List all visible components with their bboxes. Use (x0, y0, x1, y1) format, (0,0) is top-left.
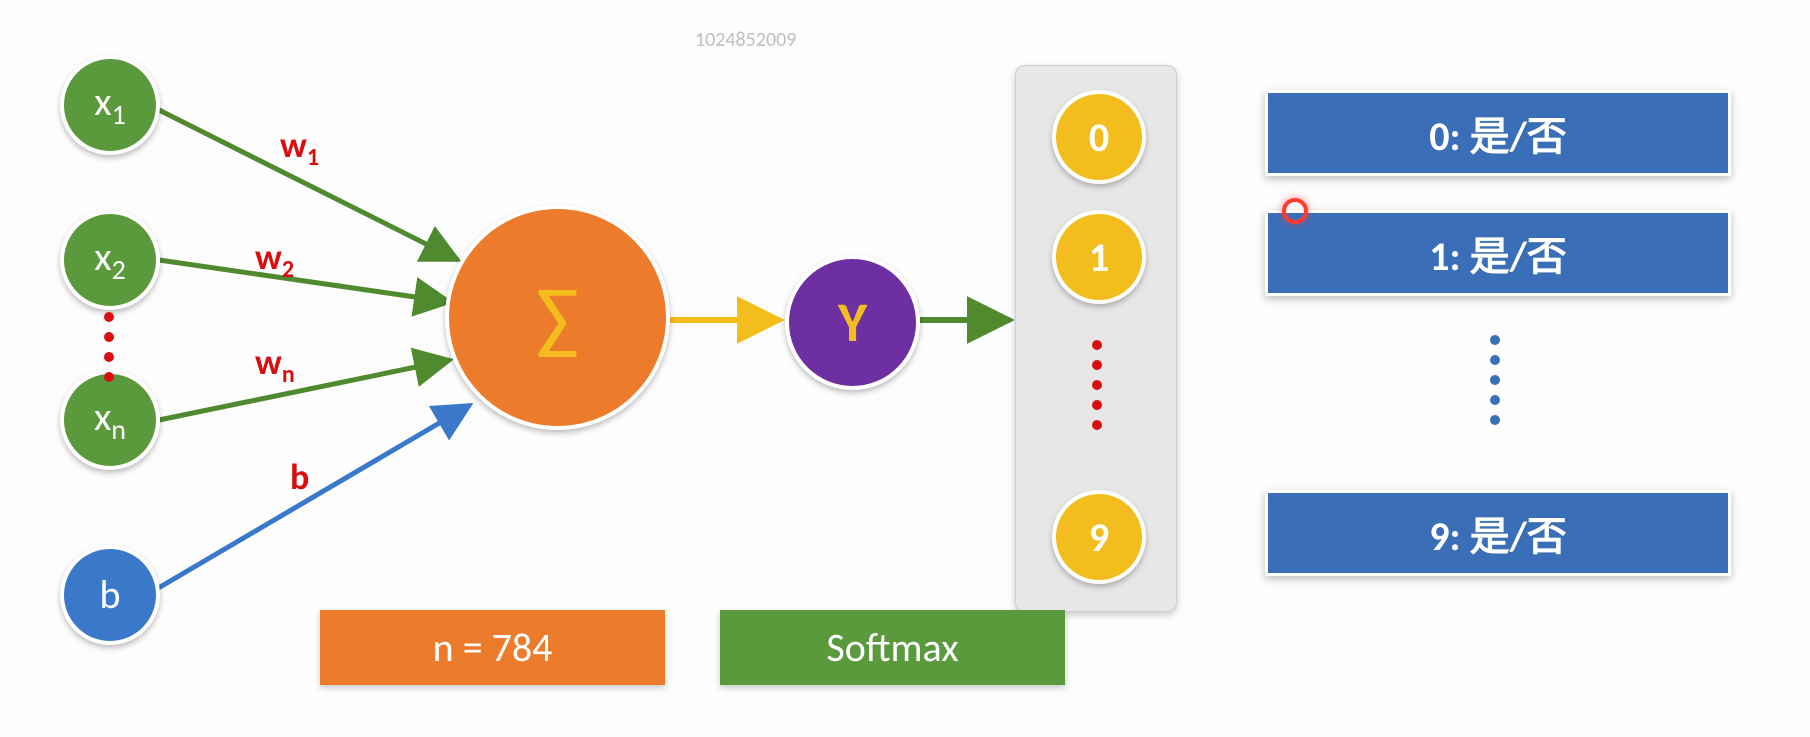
weight-label-w2: w2 (255, 235, 294, 284)
bias-node: b (60, 545, 160, 645)
input-node-x1: x1 (60, 55, 160, 155)
y-symbol: Y (838, 295, 867, 351)
weight-label-w1: w1 (280, 123, 319, 172)
output-bar-9: 9: 是/否 (1265, 490, 1731, 576)
weight-label-b: b (290, 455, 309, 499)
output-bar-ellipsis (1490, 335, 1500, 425)
sum-symbol: ∑ (536, 278, 579, 358)
output-bar-1: 1: 是/否 (1265, 210, 1731, 296)
input-node-x2: x2 (60, 210, 160, 310)
sum-node: ∑ (445, 205, 670, 430)
output-ellipsis (1092, 340, 1102, 430)
input-label-xn: xn (94, 397, 126, 444)
cursor-indicator-icon (1282, 198, 1308, 224)
input-label-x2: x2 (94, 237, 126, 284)
y-node: Y (785, 255, 920, 390)
input-label-x1: x1 (94, 82, 126, 129)
output-node-9: 9 (1052, 490, 1146, 584)
input-ellipsis (104, 312, 114, 382)
caption-n: n = 784 (320, 610, 665, 685)
caption-softmax: Softmax (720, 610, 1065, 685)
output-bar-0: 0: 是/否 (1265, 90, 1731, 176)
watermark-text: 1024852009 (695, 28, 796, 52)
weight-label-wn: wn (255, 340, 295, 389)
input-node-xn: xn (60, 370, 160, 470)
bias-label: b (99, 575, 120, 615)
output-node-0: 0 (1052, 90, 1146, 184)
output-node-1: 1 (1052, 210, 1146, 304)
